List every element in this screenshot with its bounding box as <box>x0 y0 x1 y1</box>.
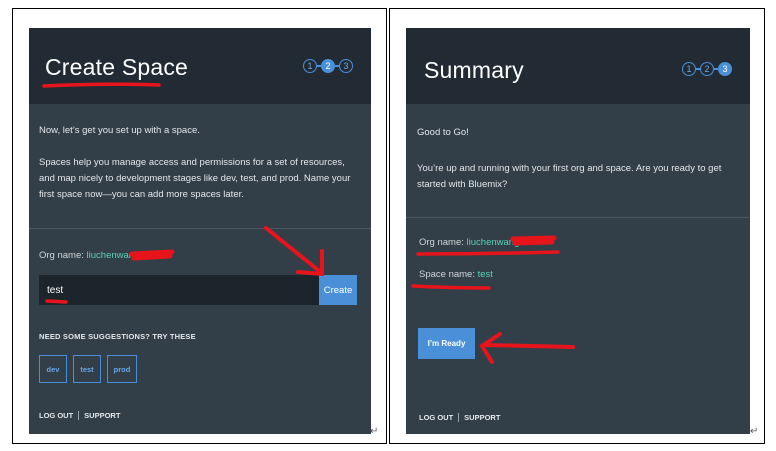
return-mark-icon: ↵ <box>370 426 379 437</box>
space-name-row: Space name: test <box>419 269 493 280</box>
intro-text: Now, let’s get you set up with a space. <box>39 125 200 136</box>
org-name-value: liuchenwang1 <box>86 250 145 261</box>
step-3: 3 <box>339 59 353 73</box>
logout-link[interactable]: LOG OUT <box>419 413 453 422</box>
summary-header: Summary 1 2 3 <box>406 28 750 104</box>
org-name-value: liuchenwang1 <box>466 237 525 248</box>
org-name-row: Org name: liuchenwang1 <box>39 250 145 261</box>
summary-panel: Summary 1 2 3 Good to Go! You’re up and … <box>406 28 750 434</box>
step-indicator: 1 2 3 <box>682 62 732 76</box>
org-name-label: Org name: <box>39 250 84 261</box>
good-to-go-text: Good to Go! <box>417 127 469 138</box>
page-title: Summary <box>424 57 524 83</box>
step-1: 1 <box>303 59 317 73</box>
suggestion-chip-prod[interactable]: prod <box>107 355 137 383</box>
create-button[interactable]: Create <box>319 275 357 305</box>
step-indicator: 1 2 3 <box>303 59 353 73</box>
footer-separator <box>78 411 80 420</box>
footer-links: LOG OUT SUPPORT <box>39 411 120 420</box>
create-space-header: Create Space 1 2 3 <box>29 28 371 104</box>
page-title: Create Space <box>45 54 189 80</box>
space-name-value: test <box>477 269 493 280</box>
support-link[interactable]: SUPPORT <box>84 411 120 420</box>
step-2: 2 <box>700 62 714 76</box>
return-mark-icon: ↵ <box>750 426 759 437</box>
org-name-row: Org name: liuchenwang1 <box>419 237 525 248</box>
space-name-label: Space name: <box>419 269 475 280</box>
space-name-row: test Create <box>39 275 357 305</box>
suggestion-chip-dev[interactable]: dev <box>39 355 67 383</box>
section-divider <box>29 228 371 229</box>
step-1: 1 <box>682 62 696 76</box>
logout-link[interactable]: LOG OUT <box>39 411 73 420</box>
footer-links: LOG OUT SUPPORT <box>419 413 500 422</box>
support-link[interactable]: SUPPORT <box>464 413 500 422</box>
section-divider <box>406 217 750 218</box>
suggestions-title: NEED SOME SUGGESTIONS? TRY THESE <box>39 332 196 341</box>
org-name-label: Org name: <box>419 237 464 248</box>
description-text: Spaces help you manage access and permis… <box>39 157 351 200</box>
summary-message: You’re up and running with your first or… <box>417 163 722 190</box>
footer-separator <box>458 413 460 422</box>
step-2-active: 2 <box>321 59 335 73</box>
im-ready-button[interactable]: I’m Ready <box>418 328 475 359</box>
space-name-input[interactable]: test <box>39 275 319 305</box>
step-3-active: 3 <box>718 62 732 76</box>
create-space-panel: Create Space 1 2 3 Now, let’s get you se… <box>29 28 371 434</box>
suggestion-chip-test[interactable]: test <box>73 355 101 383</box>
